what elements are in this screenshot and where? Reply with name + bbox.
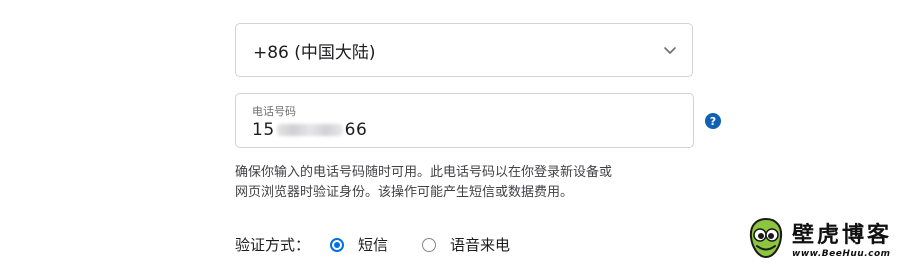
radio-voice-call-label[interactable]: 语音来电 [450,234,510,255]
phone-number-redaction [276,124,343,136]
verification-method-label: 验证方式： [235,236,311,254]
radio-voice-call[interactable] [422,237,437,252]
watermark-title: 壁虎博客 [792,223,893,248]
note-line-1: 确保你输入的电话号码随时可用。此电话号码以在你登录新设备或 [235,165,613,180]
phone-usage-note: 确保你输入的电话号码随时可用。此电话号码以在你登录新设备或 网页浏览器时验证身份… [235,163,675,203]
phone-number-label: 电话号码 [252,105,296,118]
watermark-url: www.BeeHuu.com [792,249,891,259]
phone-number-field[interactable]: 电话号码 15 66 [235,93,694,148]
help-icon[interactable]: ? [705,113,721,129]
radio-sms[interactable] [330,237,345,252]
note-line-2: 网页浏览器时验证身份。该操作可能产生短信或数据费用。 [235,185,574,200]
watermark: 壁虎博客 www.BeeHuu.com [748,212,908,264]
chevron-down-icon [664,47,676,54]
country-code-value: +86 (中国大陆) [253,42,376,63]
country-code-select[interactable]: +86 (中国大陆) [235,23,693,77]
phone-setup-form: +86 (中国大陆) 电话号码 15 66 ? 确保你输入的电话号码随时可用。此… [0,0,917,272]
gecko-logo-icon [749,217,783,259]
phone-number-value[interactable]: 15 66 [252,120,367,140]
verification-method: 验证方式： 短信 语音来电 [235,234,510,255]
phone-number-suffix: 66 [344,120,368,140]
radio-sms-label[interactable]: 短信 [358,234,388,255]
phone-number-prefix: 15 [252,120,275,140]
